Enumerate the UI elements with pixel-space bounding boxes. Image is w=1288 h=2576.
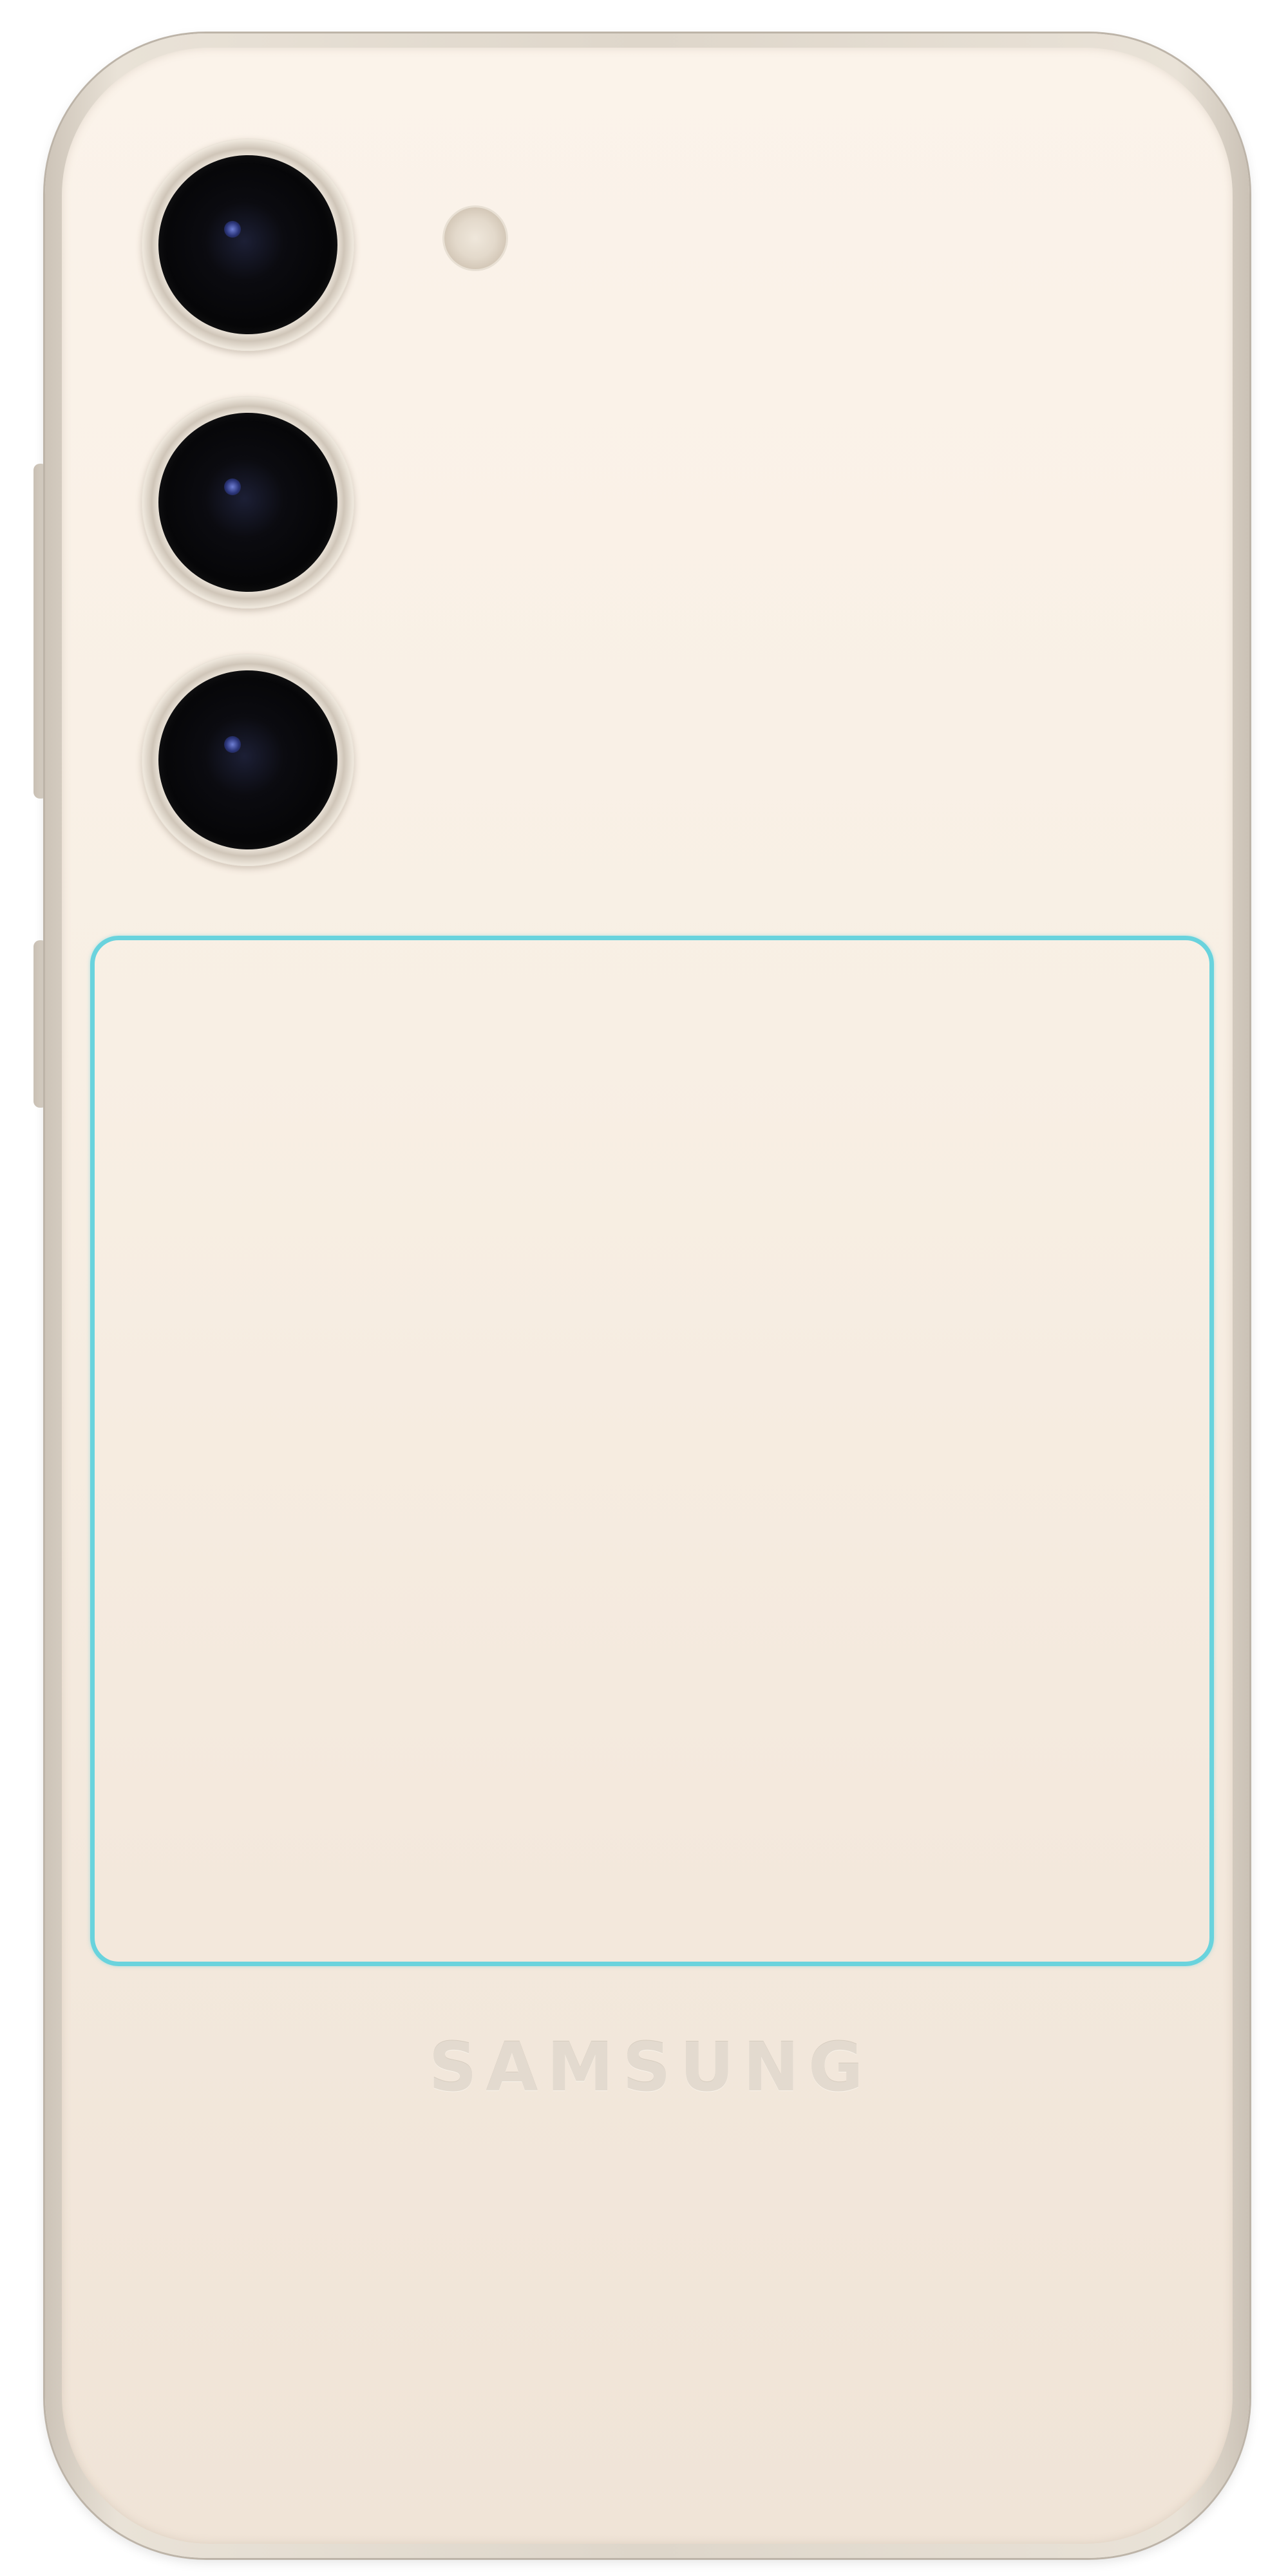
camera-lens-icon (142, 138, 354, 351)
flash-icon (444, 207, 506, 269)
lens-glass (158, 155, 337, 334)
highlight-region[interactable] (90, 936, 1214, 1966)
product-image: SAMSUNG (0, 0, 1288, 2576)
lens-glint (224, 478, 241, 495)
camera-lens-icon (142, 396, 354, 609)
lens-glint (224, 221, 241, 238)
lens-glint (224, 736, 241, 753)
camera-lens-icon (142, 654, 354, 866)
lens-glass (158, 413, 337, 592)
brand-logo: SAMSUNG (428, 2028, 873, 2107)
lens-glass (158, 670, 337, 849)
